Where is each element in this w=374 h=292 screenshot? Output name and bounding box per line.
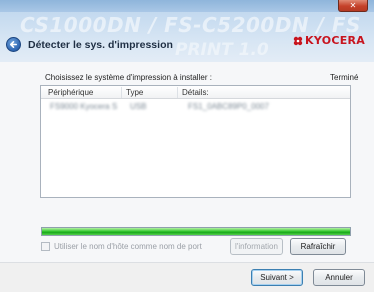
hostname-checkbox-label: Utiliser le nom d'hôte comme nom de port: [54, 242, 202, 251]
printer-list[interactable]: Périphérique Type Détails: FS9000 Kyocer…: [40, 85, 351, 198]
cancel-button[interactable]: Annuler: [313, 269, 365, 286]
hostname-checkbox[interactable]: [41, 242, 50, 251]
dialog-window: ✕ CS1000DN / FS-C5200DN / FS PRINT 1.0 D…: [0, 0, 374, 292]
column-header-details[interactable]: Détails:: [182, 88, 209, 97]
cell-device: FS9000 Kyocera S: [50, 102, 118, 111]
column-divider[interactable]: [121, 87, 122, 98]
list-header: Périphérique Type Détails:: [41, 86, 350, 99]
next-button[interactable]: Suivant >: [251, 269, 303, 286]
page-title: Détecter le sys. d'impression: [28, 39, 173, 51]
select-prompt: Choisissez le système d'impression à ins…: [45, 73, 212, 82]
wizard-header: CS1000DN / FS-C5200DN / FS PRINT 1.0 Dét…: [0, 12, 374, 62]
hostname-option[interactable]: Utiliser le nom d'hôte comme nom de port: [41, 242, 202, 251]
close-icon: ✕: [349, 1, 357, 10]
column-divider[interactable]: [177, 87, 178, 98]
progress-fill: [42, 228, 350, 235]
column-header-device[interactable]: Périphérique: [48, 88, 93, 97]
status-text: Terminé: [330, 73, 359, 82]
back-arrow-icon: [9, 40, 18, 49]
column-header-type[interactable]: Type: [126, 88, 143, 97]
close-button[interactable]: ✕: [338, 0, 368, 12]
table-row[interactable]: FS9000 Kyocera S USB FS1_0ABC89P0_0007: [42, 101, 349, 111]
cell-details: FS1_0ABC89P0_0007: [188, 102, 269, 111]
information-button[interactable]: l'information: [230, 238, 283, 255]
kyocera-logo-icon: [293, 36, 303, 45]
title-bar: ✕: [0, 0, 374, 12]
cell-type: USB: [130, 102, 147, 111]
brand-name: KYOCERA: [305, 34, 366, 47]
brand-logo: KYOCERA: [293, 34, 365, 47]
search-progress-bar: [41, 227, 351, 236]
back-button[interactable]: [6, 37, 21, 52]
refresh-button[interactable]: Rafraîchir: [290, 238, 346, 255]
header-watermark-secondary: PRINT 1.0: [175, 40, 269, 60]
